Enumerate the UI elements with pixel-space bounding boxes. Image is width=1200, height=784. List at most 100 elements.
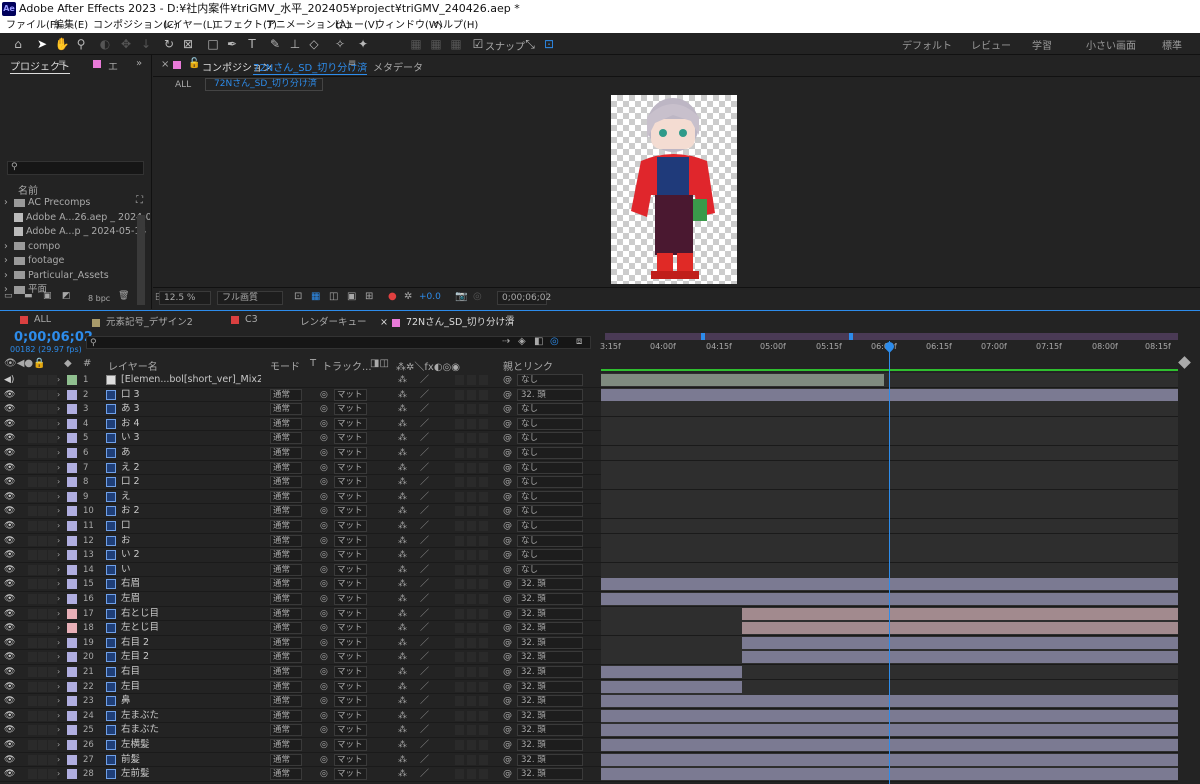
label-color-swatch[interactable] xyxy=(67,404,77,415)
switch-box[interactable] xyxy=(455,667,464,677)
track-matte-dropdown[interactable]: マット xyxy=(334,388,367,401)
preserve-transparency-icon[interactable]: ◎ xyxy=(320,636,328,650)
layer-duration-bar[interactable] xyxy=(742,607,1178,620)
track-matte-dropdown[interactable]: マット xyxy=(334,724,367,737)
switch-box[interactable] xyxy=(467,681,476,692)
switch-box[interactable] xyxy=(38,710,47,721)
orbit-tool-icon[interactable]: ◐ xyxy=(97,36,113,52)
layer-row[interactable]: ◀) › 1 [Elemen...bol[short_ver]_Mix2.wav] ⁂ ／… xyxy=(0,373,1200,388)
layer-name[interactable]: お xyxy=(121,534,261,548)
rotate-tool-icon[interactable]: ↻ xyxy=(161,36,177,52)
layer-duration-bar[interactable] xyxy=(742,636,1178,649)
pan-tool-icon[interactable]: ✥ xyxy=(118,36,134,52)
switch-box[interactable] xyxy=(467,418,476,429)
switch-box[interactable] xyxy=(48,462,57,473)
layer-name[interactable]: 左目 2 xyxy=(121,650,261,664)
dolly-tool-icon[interactable]: ↓ xyxy=(138,36,154,52)
layer-name[interactable]: あ xyxy=(121,446,261,460)
project-item[interactable]: › footage xyxy=(0,254,150,269)
switch-box[interactable] xyxy=(28,637,37,648)
preserve-transparency-icon[interactable]: ◎ xyxy=(320,388,328,402)
switch-box[interactable] xyxy=(48,608,57,619)
expand-chevron-icon[interactable]: › xyxy=(57,519,60,533)
flow-comp-name[interactable]: 72Nさん_SD_切り分け済 xyxy=(205,78,323,91)
label-color-swatch[interactable] xyxy=(67,769,77,780)
switch-box[interactable] xyxy=(467,404,476,415)
collapse-switch-icon[interactable]: ⁂ xyxy=(398,548,407,562)
layer-name[interactable]: 口 3 xyxy=(121,388,261,402)
parent-dropdown[interactable]: なし xyxy=(517,490,583,503)
visibility-eye-icon[interactable]: 👁 xyxy=(4,563,15,577)
blend-mode-dropdown[interactable]: 通常 xyxy=(270,666,302,678)
track-matte-dropdown[interactable]: マット xyxy=(334,636,367,649)
preserve-transparency-icon[interactable]: ◎ xyxy=(320,563,328,577)
blend-mode-dropdown[interactable]: 通常 xyxy=(270,753,302,766)
preserve-transparency-icon[interactable]: ◎ xyxy=(320,694,328,708)
switch-box[interactable] xyxy=(48,491,57,502)
menu-edit[interactable]: 編集(E) xyxy=(54,18,88,33)
switch-box[interactable] xyxy=(467,696,476,707)
expand-chevron-icon[interactable]: › xyxy=(57,417,60,431)
new-comp-icon[interactable]: ▣ xyxy=(43,291,52,301)
preserve-transparency-icon[interactable]: ◎ xyxy=(320,665,328,679)
selection-tool-icon[interactable]: ➤ xyxy=(34,36,50,52)
switch-box[interactable] xyxy=(48,477,57,488)
snap-checkbox-icon[interactable]: ☑ xyxy=(470,36,486,52)
shy-layers-icon[interactable]: ◧ xyxy=(534,336,543,347)
switch-box[interactable] xyxy=(455,550,464,561)
switch-box[interactable] xyxy=(467,594,476,604)
label-color-swatch[interactable] xyxy=(67,462,77,473)
blend-mode-dropdown[interactable]: 通常 xyxy=(270,578,302,591)
grid-guides-icon[interactable]: ▣ xyxy=(347,291,356,302)
comp-panel-menu-icon[interactable]: ≡ xyxy=(348,58,356,69)
layer-name[interactable]: お 4 xyxy=(121,417,261,431)
pick-whip-icon[interactable]: @ xyxy=(503,504,512,518)
parent-dropdown[interactable]: 32. 頭 xyxy=(517,388,583,401)
quality-switch-icon[interactable]: ／ xyxy=(420,402,429,416)
quality-switch-icon[interactable]: ／ xyxy=(420,548,429,562)
collapse-switch-icon[interactable]: ⁂ xyxy=(398,446,407,460)
switch-box[interactable] xyxy=(28,550,37,561)
switch-box[interactable] xyxy=(479,681,488,692)
preserve-transparency-icon[interactable]: ◎ xyxy=(320,592,328,606)
blend-mode-dropdown[interactable]: 通常 xyxy=(270,461,302,474)
switch-box[interactable] xyxy=(48,769,57,780)
collapse-switch-icon[interactable]: ⁂ xyxy=(398,723,407,737)
collapse-switch-icon[interactable]: ⁂ xyxy=(398,709,407,723)
pick-whip-icon[interactable]: @ xyxy=(503,475,512,489)
layer-row[interactable]: 👁 › 17 右とじ目 通常 ◎ マット ⁂ ／ @32. 頭 xyxy=(0,606,1200,622)
label-color-swatch[interactable] xyxy=(67,637,77,648)
switch-box[interactable] xyxy=(467,477,476,488)
rectangle-tool-icon[interactable]: □ xyxy=(205,36,221,52)
switch-box[interactable] xyxy=(455,521,464,531)
blend-mode-dropdown[interactable]: 通常 xyxy=(270,593,302,605)
layer-row[interactable]: 👁 › 10 お 2 通常 ◎ マット ⁂ ／ @ なし xyxy=(0,504,1200,519)
parent-dropdown[interactable]: 32. 頭 xyxy=(517,768,583,781)
layer-row[interactable]: 👁 › 20 左目 2 通常 ◎ マット ⁂ ／ @32. 頭 xyxy=(0,650,1200,665)
pick-whip-icon[interactable]: @ xyxy=(503,621,512,635)
visibility-eye-icon[interactable]: 👁 xyxy=(4,650,15,664)
track-matte-dropdown[interactable]: マット xyxy=(334,651,367,664)
visibility-eye-icon[interactable]: 👁 xyxy=(4,446,15,460)
expand-chevron-icon[interactable]: › xyxy=(57,431,60,445)
pick-whip-icon[interactable]: @ xyxy=(503,461,512,475)
visibility-eye-icon[interactable]: 👁 xyxy=(4,753,15,767)
quality-switch-icon[interactable]: ／ xyxy=(420,694,429,708)
label-color-swatch[interactable] xyxy=(67,535,77,546)
trash-icon[interactable]: 🗑 xyxy=(118,291,129,301)
layer-name[interactable]: 右まぶた xyxy=(121,723,261,737)
snapshot-region-icon[interactable]: ⊡ xyxy=(294,291,302,302)
blend-mode-dropdown[interactable]: 通常 xyxy=(270,549,302,562)
quality-switch-icon[interactable]: ／ xyxy=(420,534,429,548)
switch-box[interactable] xyxy=(28,696,37,707)
collapse-switch-icon[interactable]: ⁂ xyxy=(398,388,407,402)
switch-box[interactable] xyxy=(28,564,37,575)
switch-box[interactable] xyxy=(48,521,57,531)
visibility-eye-icon[interactable]: 👁 xyxy=(4,534,15,548)
collapse-switch-icon[interactable]: ⁂ xyxy=(398,475,407,489)
switch-box[interactable] xyxy=(479,506,488,517)
switch-box[interactable] xyxy=(479,594,488,604)
label-color-swatch[interactable] xyxy=(67,754,77,765)
pen-tool-icon[interactable]: ✒ xyxy=(224,36,240,52)
switch-box[interactable] xyxy=(479,710,488,721)
